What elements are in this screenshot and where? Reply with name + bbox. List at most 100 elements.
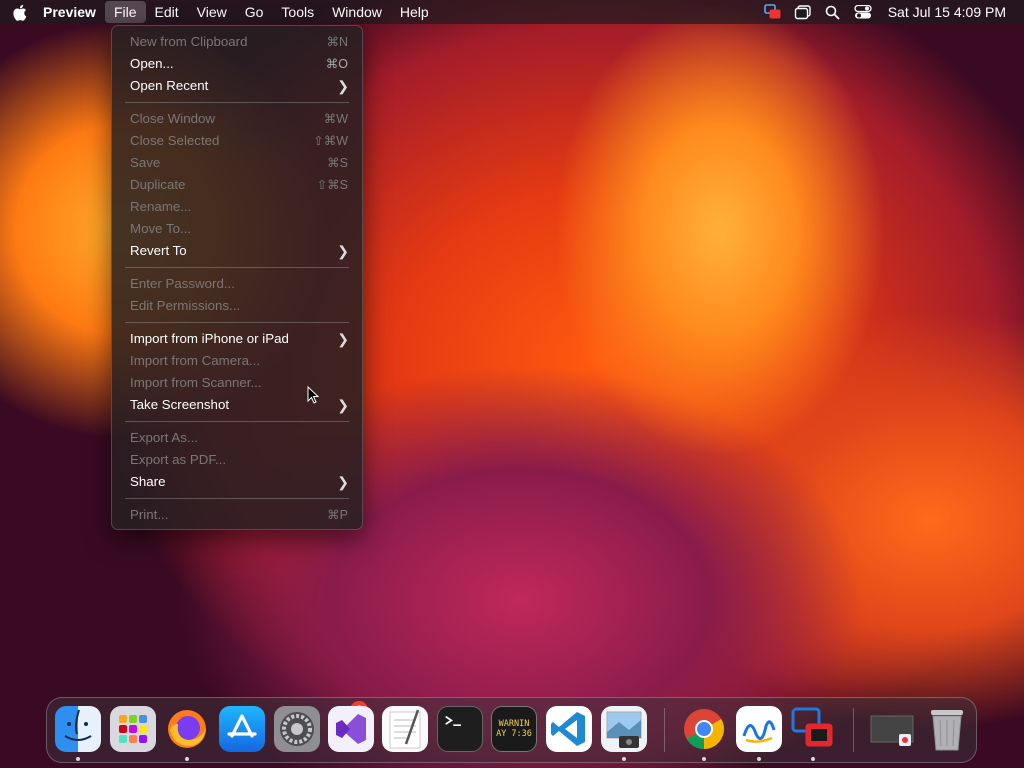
menu-item-label: Edit Permissions...: [130, 298, 241, 313]
dock: 2 WARNIN AY 7:36: [46, 697, 977, 763]
system-settings-icon[interactable]: [274, 706, 320, 752]
menu-item-shortcut: ⌘P: [327, 508, 348, 522]
console-icon-text: AY 7:36: [496, 729, 532, 739]
chevron-right-icon: ❯: [337, 474, 349, 490]
menu-window[interactable]: Window: [323, 1, 391, 23]
menu-separator: [125, 421, 349, 422]
file-menu-dropdown: New from Clipboard ⌘N Open... ⌘O Open Rece…: [111, 25, 363, 530]
chevron-right-icon: ❯: [337, 243, 349, 259]
menu-item-take-screenshot[interactable]: Take Screenshot ❯: [117, 394, 357, 416]
menu-item-print[interactable]: Print... ⌘P: [117, 504, 357, 526]
menu-item-revert-to[interactable]: Revert To ❯: [117, 240, 357, 262]
visual-studio-icon[interactable]: [328, 706, 374, 752]
menu-view[interactable]: View: [188, 1, 236, 23]
menu-item-label: Import from Scanner...: [130, 375, 262, 390]
menu-item-save[interactable]: Save ⌘S: [117, 152, 357, 174]
menu-item-shortcut: ⌘W: [323, 112, 348, 126]
menu-item-label: Close Selected: [130, 133, 220, 148]
menu-item-label: Enter Password...: [130, 276, 235, 291]
menu-item-close-window[interactable]: Close Window ⌘W: [117, 108, 357, 130]
console-icon[interactable]: WARNIN AY 7:36: [491, 706, 537, 752]
menu-item-label: Close Window: [130, 111, 215, 126]
menu-item-shortcut: ⇧⌘S: [316, 178, 348, 192]
menu-item-export-as-pdf[interactable]: Export as PDF...: [117, 449, 357, 471]
finder-icon[interactable]: [55, 706, 101, 752]
menu-item-shortcut: ⌘N: [326, 35, 348, 49]
chevron-right-icon: ❯: [337, 397, 349, 413]
menu-bar: Preview File Edit View Go Tools Window H…: [0, 0, 1024, 24]
menu-item-new-from-clipboard[interactable]: New from Clipboard ⌘N: [117, 31, 357, 53]
menubar-clock[interactable]: Sat Jul 15 4:09 PM: [878, 4, 1024, 20]
menu-item-open-recent[interactable]: Open Recent ❯: [117, 75, 357, 97]
menu-item-label: Import from Camera...: [130, 353, 261, 368]
apple-menu-icon[interactable]: [10, 1, 28, 23]
status-area: Sat Jul 15 4:09 PM: [758, 1, 1024, 23]
menu-item-import-from-iphone[interactable]: Import from iPhone or iPad ❯: [117, 328, 357, 350]
menu-item-label: Import from iPhone or iPad: [130, 331, 289, 346]
app-store-icon[interactable]: [219, 706, 265, 752]
search-icon[interactable]: [818, 1, 848, 23]
control-center-icon[interactable]: [848, 1, 878, 23]
display-icon[interactable]: [788, 1, 818, 23]
menu-file[interactable]: File: [104, 1, 146, 23]
vscode-icon[interactable]: [546, 706, 592, 752]
dock-separator: [853, 708, 854, 752]
preview-icon[interactable]: [601, 706, 647, 752]
app-name-menu[interactable]: Preview: [34, 1, 105, 23]
screen-share-icon[interactable]: [758, 1, 788, 23]
menu-item-shortcut: ⌘S: [327, 156, 348, 170]
menu-item-label: Revert To: [130, 243, 187, 258]
menu-item-label: New from Clipboard: [130, 34, 248, 49]
running-indicator: [702, 757, 706, 761]
menu-tools[interactable]: Tools: [272, 1, 323, 23]
textedit-icon[interactable]: [382, 706, 428, 752]
running-indicator: [76, 757, 80, 761]
console-icon-text: WARNIN: [498, 719, 530, 729]
running-indicator: [757, 757, 761, 761]
menu-item-label: Export as PDF...: [130, 452, 227, 467]
launchpad-icon[interactable]: [110, 706, 156, 752]
menu-item-share[interactable]: Share ❯: [117, 471, 357, 493]
menu-item-import-from-scanner[interactable]: Import from Scanner...: [117, 372, 357, 394]
menu-help[interactable]: Help: [391, 1, 438, 23]
menu-item-open[interactable]: Open... ⌘O: [117, 53, 357, 75]
menu-item-duplicate[interactable]: Duplicate ⇧⌘S: [117, 174, 357, 196]
menu-item-close-selected[interactable]: Close Selected ⇧⌘W: [117, 130, 357, 152]
menu-item-import-from-camera[interactable]: Import from Camera...: [117, 350, 357, 372]
menu-item-export-as[interactable]: Export As...: [117, 427, 357, 449]
menu-item-move-to[interactable]: Move To...: [117, 218, 357, 240]
menu-edit[interactable]: Edit: [146, 1, 188, 23]
menu-item-label: Print...: [130, 507, 169, 522]
menu-item-label: Share: [130, 474, 166, 489]
dock-separator: [664, 708, 665, 752]
running-indicator: [622, 757, 626, 761]
recent-window-icon[interactable]: [869, 706, 915, 752]
menu-item-label: Open Recent: [130, 78, 209, 93]
chevron-right-icon: ❯: [337, 331, 349, 347]
mouse-cursor-icon: [307, 386, 319, 404]
firefox-icon[interactable]: [164, 706, 210, 752]
menu-item-label: Duplicate: [130, 177, 186, 192]
menu-item-label: Export As...: [130, 430, 198, 445]
menu-item-label: Move To...: [130, 221, 192, 236]
menu-item-label: Save: [130, 155, 161, 170]
freeform-icon[interactable]: [736, 706, 782, 752]
terminal-icon[interactable]: [437, 706, 483, 752]
menu-item-shortcut: ⇧⌘W: [313, 134, 348, 148]
menu-item-label: Take Screenshot: [130, 397, 230, 412]
chrome-icon[interactable]: [681, 706, 727, 752]
trash-icon[interactable]: [924, 706, 970, 752]
menu-separator: [125, 102, 349, 103]
menu-item-edit-permissions[interactable]: Edit Permissions...: [117, 295, 357, 317]
screen-sharing-icon[interactable]: [790, 706, 836, 752]
menu-item-rename[interactable]: Rename...: [117, 196, 357, 218]
menu-separator: [125, 498, 349, 499]
menu-separator: [125, 322, 349, 323]
menu-item-label: Rename...: [130, 199, 192, 214]
menu-go[interactable]: Go: [236, 1, 273, 23]
chevron-right-icon: ❯: [337, 78, 349, 94]
menu-item-label: Open...: [130, 56, 174, 71]
running-indicator: [811, 757, 815, 761]
menu-item-enter-password[interactable]: Enter Password...: [117, 273, 357, 295]
menu-item-shortcut: ⌘O: [325, 57, 348, 71]
